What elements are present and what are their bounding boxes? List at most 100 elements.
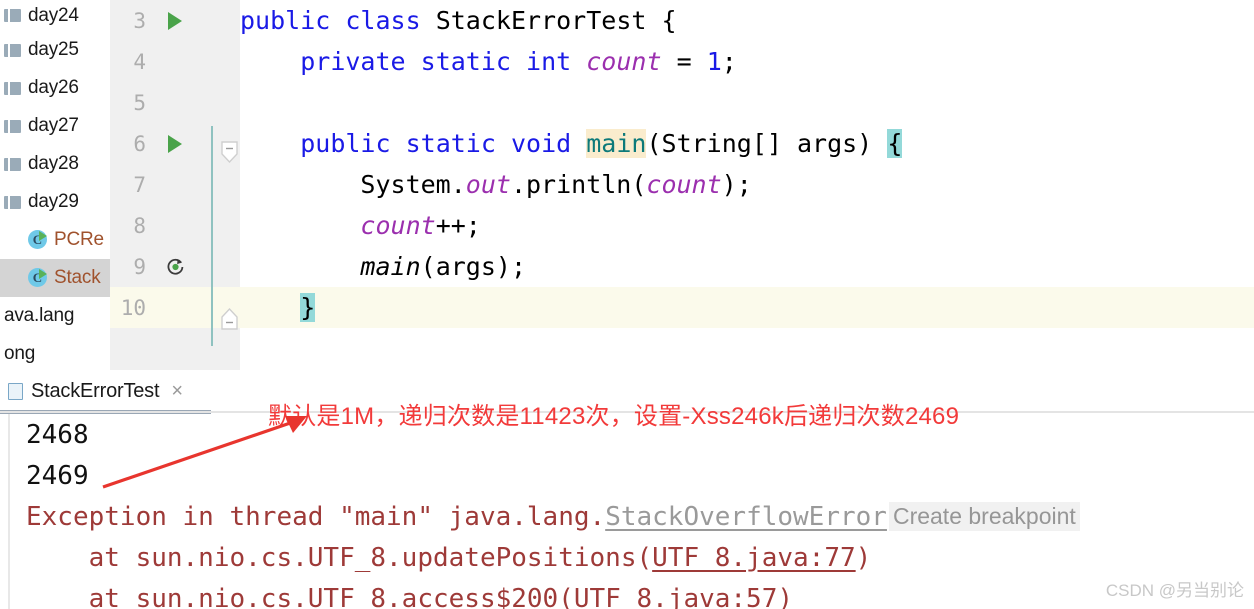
trace-source-link[interactable]: UTF_8.java:77 (652, 543, 856, 573)
trace-source-link[interactable]: UTF_8.java:57 (574, 584, 778, 609)
sidebar-item-label: ava.lang (4, 305, 75, 326)
gutter-line-4[interactable]: 4 (110, 41, 240, 82)
sidebar-item-label: day25 (28, 39, 79, 60)
output-line-exception: Exception in thread "main" java.lang. Sta… (0, 496, 1254, 537)
output-value: 2469 (26, 460, 89, 491)
trace-prefix: at sun.nio.cs.UTF_8.updatePositions( (26, 542, 653, 573)
trace-suffix: ) (855, 542, 872, 573)
trace-prefix: at sun.nio.cs.UTF_8.access$200( (26, 583, 574, 609)
code-line-8[interactable]: count ++; (240, 205, 1254, 246)
console-doc-icon (8, 382, 23, 400)
code-layer[interactable]: public class StackErrorTest { private st… (240, 0, 1254, 370)
package-icon (4, 157, 21, 171)
field-out: out (465, 170, 511, 199)
keyword-class: class (345, 6, 421, 35)
open-brace-main: { (887, 129, 903, 158)
line-number: 5 (133, 90, 146, 115)
code-line-4[interactable]: private static int count = 1; (240, 41, 1254, 82)
line-number: 9 (133, 254, 146, 279)
package-icon (4, 9, 21, 22)
gutter-line-9[interactable]: 9 (110, 246, 240, 287)
println-close: ); (721, 170, 752, 199)
create-breakpoint-hint[interactable]: Create breakpoint (888, 502, 1080, 531)
csdn-watermark: CSDN @另当别论 (1105, 581, 1244, 600)
gutter-line-7[interactable]: 7 (110, 164, 240, 205)
run-arrow-icon[interactable] (168, 134, 182, 153)
annotation-text: 默认是1M，递归次数是11423次，设置-Xss246k后递归次数2469 (268, 403, 960, 430)
fold-marker-line-6[interactable] (221, 141, 238, 163)
keyword-static: static (420, 47, 511, 76)
line-number: 6 (133, 131, 146, 156)
keyword-static-main: static (405, 129, 496, 158)
literal-one: 1 (706, 47, 722, 76)
recursive-call-args: (args); (420, 252, 526, 281)
keyword-int: int (526, 47, 572, 76)
line-number: 10 (120, 295, 146, 320)
package-icon (4, 81, 21, 95)
code-line-9[interactable]: main (args); (240, 246, 1254, 287)
code-line-10[interactable]: } (240, 287, 1254, 328)
field-count-arg: count (646, 170, 722, 199)
tab-label: StackErrorTest (31, 379, 160, 402)
trace-suffix: ) (777, 583, 794, 609)
code-line-3[interactable]: public class StackErrorTest { (240, 0, 1254, 41)
ide-window: public class StackErrorTest { private st… (0, 0, 1254, 609)
line-number: 4 (133, 49, 146, 74)
println-call: .println( (510, 170, 647, 199)
sidebar-item-label: PCRe (54, 229, 104, 250)
code-line-7[interactable]: System. out .println(count); (240, 164, 1254, 205)
main-params: (String[] args) (646, 129, 873, 158)
recursion-icon[interactable] (166, 257, 185, 276)
sidebar-item-label: ong (4, 343, 36, 364)
exception-prefix: Exception in thread "main" java.lang. (26, 501, 606, 532)
java-class-icon: C (28, 268, 48, 288)
recursive-call-main: main (360, 252, 421, 281)
line-number: 7 (133, 172, 146, 197)
sidebar-item-long[interactable]: ong (0, 335, 110, 370)
line-number: 3 (133, 8, 146, 33)
code-line-5[interactable] (240, 82, 1254, 123)
sidebar-item-label: day27 (28, 115, 79, 136)
sidebar-item-day28[interactable]: day28 (0, 145, 110, 183)
sidebar-item-day24[interactable]: day24 (0, 0, 110, 31)
sidebar-item-label: day29 (28, 191, 79, 212)
close-brace-main: } (300, 293, 316, 322)
sidebar-item-label: Stack (54, 267, 101, 288)
output-line-trace: at sun.nio.cs.UTF_8.access$200(UTF_8.jav… (0, 578, 1254, 609)
assign-operator: = (676, 47, 692, 76)
method-name-main: main (586, 129, 647, 158)
console-output[interactable]: 2468 2469 Exception in thread "main" jav… (0, 414, 1254, 609)
sidebar-item-day29[interactable]: day29 (0, 183, 110, 221)
sidebar-item-java-lang[interactable]: ava.lang (0, 297, 110, 335)
semicolon-4: ; (721, 47, 737, 76)
package-icon (4, 119, 21, 133)
project-sidebar[interactable]: day24 day25 day26 day27 day28 day29 C PC… (0, 0, 110, 370)
fold-marker-line-10[interactable] (221, 308, 238, 330)
sidebar-item-day25[interactable]: day25 (0, 31, 110, 69)
increment-operator: ++; (435, 211, 481, 240)
gutter-line-5[interactable]: 5 (110, 82, 240, 123)
line-number: 8 (133, 213, 146, 238)
output-line-trace: at sun.nio.cs.UTF_8.updatePositions(UTF_… (0, 537, 1254, 578)
tab-stackerrortest[interactable]: StackErrorTest × (4, 372, 187, 410)
sidebar-item-label: day28 (28, 153, 79, 174)
system-prefix: System. (360, 170, 466, 199)
sidebar-item-day26[interactable]: day26 (0, 69, 110, 107)
exception-class-link[interactable]: StackOverflowError (605, 502, 887, 532)
indent-guide-line (211, 126, 213, 346)
code-line-6[interactable]: public static void main (String[] args) { (240, 123, 1254, 164)
sidebar-item-day27[interactable]: day27 (0, 107, 110, 145)
editor-area: public class StackErrorTest { private st… (0, 0, 1254, 370)
class-name: StackErrorTest (435, 6, 647, 35)
open-brace: { (661, 6, 677, 35)
run-arrow-icon[interactable] (168, 11, 182, 30)
gutter-line-8[interactable]: 8 (110, 205, 240, 246)
package-icon (4, 43, 21, 57)
sidebar-item-stackerrortest[interactable]: C Stack (0, 259, 110, 297)
java-class-icon: C (28, 230, 48, 250)
sidebar-item-pcre[interactable]: C PCRe (0, 221, 110, 259)
sidebar-item-label: day26 (28, 77, 79, 98)
field-count-increment: count (360, 211, 436, 240)
gutter-line-3[interactable]: 3 (110, 0, 240, 41)
close-icon[interactable]: × (171, 381, 183, 401)
